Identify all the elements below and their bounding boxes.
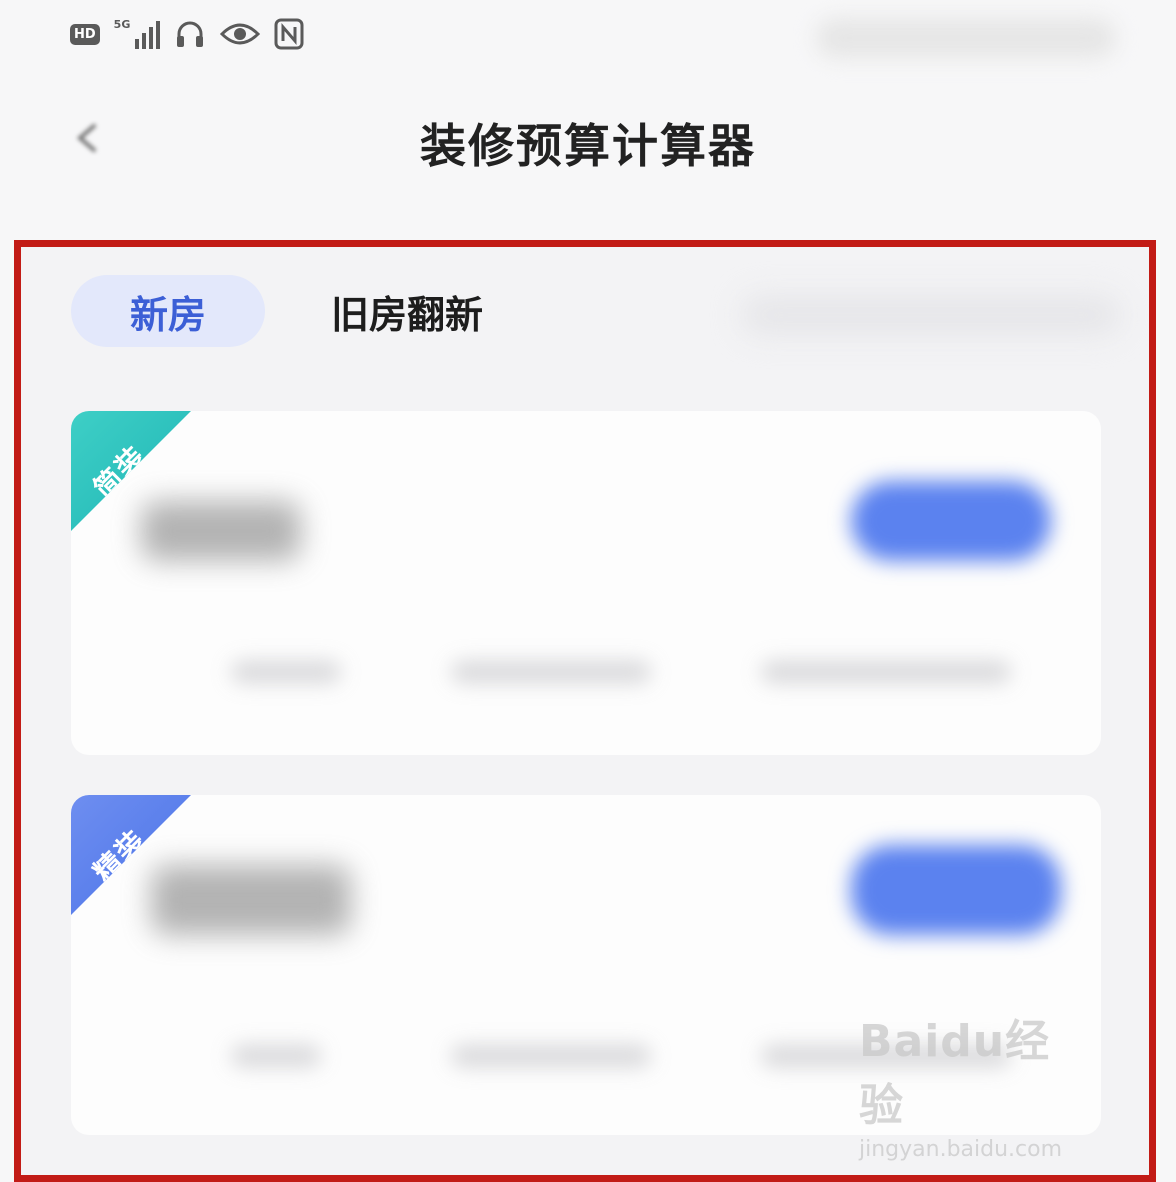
hd-icon: HD xyxy=(70,23,100,45)
blurred-detail xyxy=(761,661,1011,683)
blurred-detail xyxy=(231,1045,321,1067)
tab-new-house[interactable]: 新房 xyxy=(71,275,265,347)
baidu-watermark: Baidu经验 jingyan.baidu.com xyxy=(859,1005,1089,1162)
watermark-logo: Baidu经验 xyxy=(859,1016,1051,1131)
blurred-detail xyxy=(231,661,341,683)
blurred-price xyxy=(141,501,301,561)
tag-label: 精装 xyxy=(87,823,153,889)
status-icons: HD 5G xyxy=(70,18,304,50)
blurred-price xyxy=(151,865,351,935)
highlight-frame: 新房 旧房翻新 简装 精装 Baidu经验 jingyan.baidu.com xyxy=(14,240,1156,1182)
tab-renovation[interactable]: 旧房翻新 xyxy=(331,275,571,347)
tag-label: 简装 xyxy=(87,439,153,505)
signal-icon: 5G xyxy=(114,19,161,49)
nfc-icon xyxy=(274,18,304,50)
status-right-blurred xyxy=(816,18,1116,58)
blurred-detail xyxy=(451,661,651,683)
blurred-action-button[interactable] xyxy=(851,481,1051,561)
headphones-icon xyxy=(177,21,204,47)
page-title: 装修预算计算器 xyxy=(420,119,756,173)
tab-blurred-extra xyxy=(741,295,1121,335)
package-card-basic[interactable]: 简装 xyxy=(71,411,1101,755)
status-bar: HD 5G xyxy=(0,0,1176,80)
watermark-url: jingyan.baidu.com xyxy=(859,1137,1063,1162)
tab-bar: 新房 旧房翻新 xyxy=(71,275,1121,355)
blurred-action-button[interactable] xyxy=(851,845,1061,935)
eye-icon xyxy=(220,23,261,45)
blurred-detail xyxy=(451,1045,651,1067)
